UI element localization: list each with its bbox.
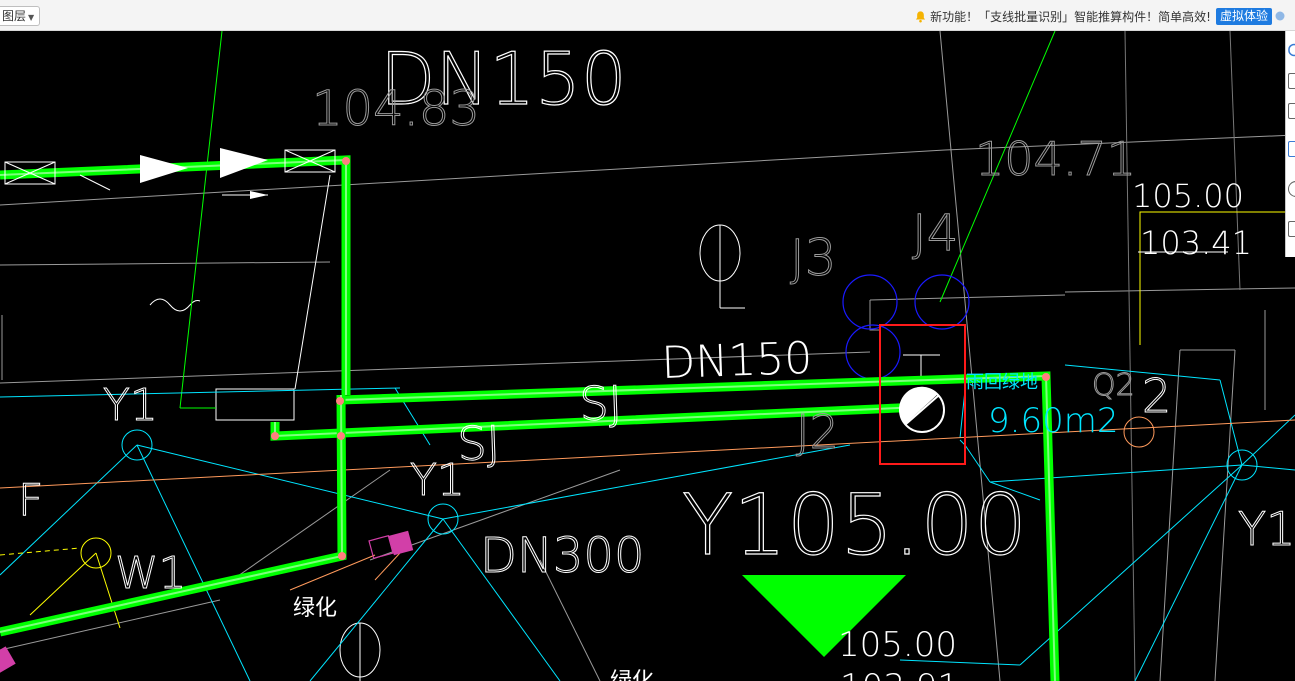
panel-tool-button-5[interactable] <box>1288 221 1295 237</box>
cad-drawing-canvas[interactable]: DN150 104.83 104.71 105.00 103.41 J3 J4 … <box>0 31 1295 681</box>
label-green-area-bottom: 绿化 <box>610 669 654 681</box>
label-j2: J2 <box>796 405 839 459</box>
flexible-joint-symbol <box>149 298 201 312</box>
meter-box-left[interactable] <box>0 646 16 674</box>
notice-text: 新功能！「支线批量识别」智能推算构件！简单高效! <box>930 9 1211 24</box>
chevron-down-icon: ▼ <box>28 13 35 22</box>
drain-line-12 <box>1241 464 1295 471</box>
panel-tool-button-4[interactable] <box>1288 181 1295 197</box>
sewage-dashed-line <box>0 547 81 556</box>
label-elev-104-71: 104.71 <box>975 132 1136 186</box>
boundary-line-mid <box>0 261 331 266</box>
cad-application: 图层 ▼ 新功能！「支线批量识别」智能推算构件！简单高效! 虚拟体验 DN150… <box>0 0 1295 681</box>
label-q2: Q2 <box>1092 368 1135 403</box>
meter-box-outline[interactable] <box>368 534 394 560</box>
label-sj-upper: SJ <box>578 376 623 431</box>
blue-circles <box>842 274 970 380</box>
pipe-joint <box>342 157 350 165</box>
magenta-devices <box>0 530 414 674</box>
label-dn300: DN300 <box>480 528 644 584</box>
pipe-joint <box>338 552 346 560</box>
label-elev-104-83: 104.83 <box>312 81 480 137</box>
well-circle-j4[interactable] <box>914 274 970 330</box>
pin-icon[interactable] <box>1288 43 1295 57</box>
label-elev-bottom-cut: 103.91 <box>840 667 959 681</box>
water-pipes <box>0 155 1060 681</box>
label-elev-105-00-right: 105.00 <box>1132 177 1244 215</box>
label-y1-right: Y1 <box>1238 502 1295 556</box>
label-dn150-mid: DN150 <box>661 333 813 389</box>
grid-line-vertical <box>939 31 1001 681</box>
pipe-joint <box>336 397 344 405</box>
label-y1-mid: Y1 <box>410 455 465 506</box>
label-w1: W1 <box>115 548 187 599</box>
label-elev-105-00-bottom: 105.00 <box>838 625 957 665</box>
building-outline-lines <box>0 31 1295 681</box>
label-j4: J4 <box>912 204 959 262</box>
panel-tool-button-1[interactable] <box>1288 73 1295 89</box>
rain-inlet-fill <box>899 386 938 424</box>
try-now-button[interactable]: 虚拟体验 <box>1215 7 1272 25</box>
label-y1-left: Y1 <box>103 380 158 431</box>
info-icon[interactable] <box>1275 11 1285 21</box>
wall-outline <box>869 300 881 375</box>
equipment-leader-line <box>294 174 331 390</box>
grid-line-vertical-2 <box>1124 31 1136 681</box>
rain-inlet[interactable] <box>899 386 945 433</box>
label-f: F <box>18 475 43 526</box>
label-area: 9.60m2 <box>988 401 1118 441</box>
label-j3: J3 <box>790 229 837 287</box>
pipe-valves <box>4 148 336 191</box>
guide-line-left <box>179 31 223 409</box>
check-valve[interactable] <box>140 155 188 183</box>
view-dropdown-label: 图层 <box>2 9 27 23</box>
bell-icon <box>916 10 926 22</box>
boundary-line-right <box>1064 287 1295 293</box>
label-q2-suffix: 2 <box>1142 369 1171 423</box>
panel-tool-button-3[interactable] <box>1288 141 1295 157</box>
drain-line-13 <box>1134 464 1243 681</box>
label-elev-103-41: 103.41 <box>1140 224 1252 262</box>
sewage-leader <box>29 552 97 616</box>
drain-line-11 <box>989 464 1243 483</box>
label-green-area: 绿化 <box>293 596 337 621</box>
equipment-box <box>215 388 295 421</box>
valve-leader <box>79 174 111 191</box>
right-tool-panel <box>1285 31 1295 257</box>
label-y105: Y105.00 <box>682 476 1027 574</box>
wall-outline-top <box>869 294 1066 301</box>
notification-bar: 图层 ▼ 新功能！「支线批量识别」智能推算构件！简单高效! 虚拟体验 <box>0 0 1295 31</box>
well-circle-j2[interactable] <box>845 324 901 380</box>
drain-line-3 <box>136 444 444 520</box>
flow-arrow-head <box>250 191 268 199</box>
view-dropdown[interactable]: 图层 ▼ <box>0 6 41 26</box>
pipe-joint <box>1042 373 1050 381</box>
pipe-joint <box>271 432 279 440</box>
new-feature-notice: 新功能！「支线批量识别」智能推算构件！简单高效! 虚拟体验 <box>914 6 1285 26</box>
panel-tool-button-2[interactable] <box>1288 103 1295 119</box>
pipe-joint <box>337 432 345 440</box>
label-rain-inlet: 雨回绿地 <box>966 372 1038 393</box>
